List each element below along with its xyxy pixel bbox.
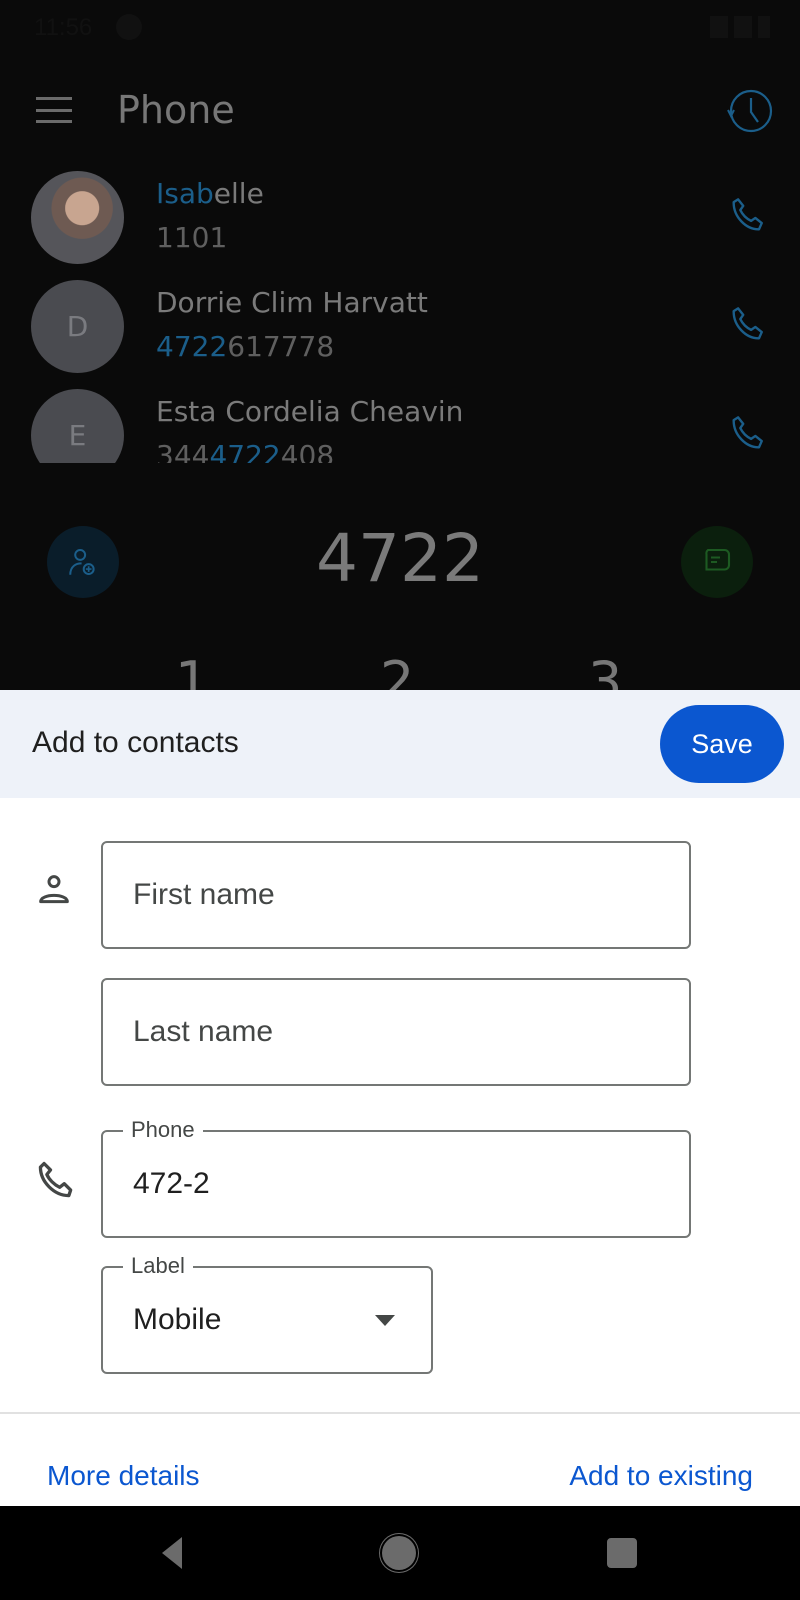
app-title: Phone	[117, 88, 235, 132]
contact-row[interactable]: D Dorrie Clim Harvatt 4722617778	[0, 274, 800, 383]
contact-name: Isabelle	[156, 177, 264, 210]
call-icon[interactable]	[726, 411, 770, 455]
wifi-icon	[710, 16, 728, 38]
home-icon[interactable]	[382, 1536, 416, 1570]
avatar: D	[31, 280, 124, 373]
phone-field[interactable]: Phone 472-2	[101, 1117, 691, 1238]
contact-name: Dorrie Clim Harvatt	[156, 286, 428, 319]
label-dropdown-value: Mobile	[133, 1303, 222, 1336]
first-name-field[interactable]: First name	[101, 841, 691, 949]
last-name-placeholder: Last name	[133, 1015, 274, 1048]
recents-icon[interactable]	[607, 1538, 637, 1568]
signal-icon	[734, 16, 752, 38]
back-icon[interactable]	[162, 1537, 182, 1569]
first-name-placeholder: First name	[133, 878, 275, 911]
avatar: E	[31, 389, 124, 463]
dialer-background: 11:56 Phone Isabelle 1101 D Dorrie Clim …	[0, 0, 800, 690]
app-bar: Phone	[0, 70, 800, 150]
label-dropdown-label: Label	[123, 1253, 193, 1279]
phone-field-value: 472-2	[133, 1167, 210, 1200]
key-3[interactable]: 3	[588, 650, 622, 690]
sheet-title: Add to contacts	[32, 726, 239, 759]
contact-row[interactable]: Isabelle 1101	[0, 165, 800, 274]
phone-icon	[38, 1161, 73, 1198]
call-icon[interactable]	[726, 193, 770, 237]
screen: 11:56 Phone Isabelle 1101 D Dorrie Clim …	[0, 0, 800, 1600]
message-button[interactable]	[681, 526, 753, 598]
person-icon	[39, 875, 69, 904]
contact-number: 1101	[156, 221, 228, 254]
sheet-header: Add to contacts Save	[0, 690, 800, 798]
more-details-button[interactable]: More details	[47, 1460, 200, 1492]
key-2[interactable]: 2	[380, 650, 414, 690]
add-to-existing-button[interactable]: Add to existing	[569, 1460, 753, 1492]
contact-name: Esta Cordelia Cheavin	[156, 395, 464, 428]
message-icon	[705, 548, 731, 571]
key-1[interactable]: 1	[175, 650, 209, 690]
contact-row[interactable]: E Esta Cordelia Cheavin 3444722408	[0, 383, 800, 463]
contact-suggestions: Isabelle 1101 D Dorrie Clim Harvatt 4722…	[0, 165, 800, 463]
menu-icon[interactable]	[36, 97, 72, 123]
label-dropdown[interactable]: Label Mobile	[101, 1253, 433, 1374]
dial-row: 4722	[0, 520, 800, 610]
contact-number: 4722617778	[156, 330, 335, 363]
status-icons	[710, 16, 770, 38]
add-contact-sheet: Add to contacts Save First name Last nam…	[0, 690, 800, 1506]
google-icon	[116, 14, 142, 40]
call-icon[interactable]	[726, 302, 770, 346]
navigation-bar	[0, 1506, 800, 1600]
save-button[interactable]: Save	[660, 705, 784, 783]
dropdown-arrow-icon	[375, 1315, 395, 1326]
status-bar: 11:56	[0, 0, 800, 56]
dialed-number: 4722	[316, 520, 484, 597]
avatar	[31, 171, 124, 264]
history-icon[interactable]	[724, 86, 774, 136]
phone-field-label: Phone	[123, 1117, 203, 1143]
last-name-field[interactable]: Last name	[101, 978, 691, 1086]
divider	[0, 1412, 800, 1414]
contact-number: 3444722408	[156, 439, 335, 463]
status-time: 11:56	[34, 14, 93, 41]
battery-icon	[758, 16, 770, 38]
